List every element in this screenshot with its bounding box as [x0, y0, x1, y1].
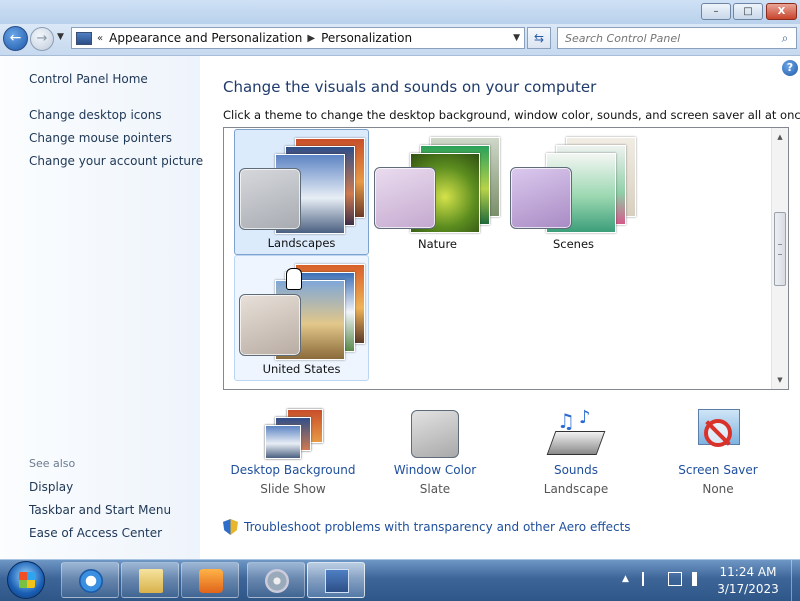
theme-landscapes[interactable]: Landscapes	[234, 129, 369, 255]
nature-color-swatch	[374, 167, 436, 229]
show-hidden-icons-icon[interactable]: ▲	[622, 574, 629, 584]
taskbar-internet-explorer[interactable]	[61, 562, 119, 598]
desktop-background-icon	[263, 409, 323, 459]
window-color-link[interactable]: Window Color	[370, 463, 500, 477]
navigation-bar: ← → ▼ « Appearance and Personalization ▶…	[0, 24, 800, 56]
taskbar-control-panel[interactable]	[307, 562, 365, 598]
recent-pages-dropdown[interactable]: ▼	[57, 32, 64, 42]
window-color-icon	[411, 409, 459, 459]
sounds-link[interactable]: Sounds	[511, 463, 641, 477]
sounds-value: Landscape	[543, 482, 609, 496]
theme-nature[interactable]: Nature	[370, 129, 505, 255]
clock-time[interactable]: 11:24 AM	[704, 565, 792, 579]
window-color-value: Slate	[419, 482, 451, 496]
change-mouse-pointers-link[interactable]: Change mouse pointers	[29, 131, 172, 145]
breadcrumb-appearance[interactable]: Appearance and Personalization	[109, 31, 302, 45]
help-icon[interactable]: ?	[782, 60, 798, 76]
refresh-button[interactable]: ⇆	[527, 27, 551, 49]
scroll-down-arrow-icon[interactable]: ▼	[772, 373, 788, 387]
breadcrumb-separator[interactable]: ▶	[307, 33, 315, 44]
united-states-color-swatch	[239, 294, 301, 356]
landscapes-color-swatch	[239, 168, 301, 230]
breadcrumb-overflow[interactable]: «	[97, 33, 103, 44]
hand-cursor-icon	[286, 268, 302, 290]
page-title: Change the visuals and sounds on your co…	[223, 78, 597, 96]
page-subtitle: Click a theme to change the desktop back…	[223, 108, 800, 122]
screen-saver-icon	[694, 409, 742, 459]
control-panel-home-link[interactable]: Control Panel Home	[29, 72, 148, 86]
troubleshoot-row: Troubleshoot problems with transparency …	[223, 519, 631, 535]
scenes-color-swatch	[510, 167, 572, 229]
desktop-background-value: Slide Show	[260, 482, 326, 496]
network-icon[interactable]	[668, 572, 682, 586]
control-panel-icon	[76, 31, 92, 45]
minimize-button[interactable]: –	[701, 3, 731, 20]
address-dropdown-icon[interactable]: ▼	[513, 33, 520, 43]
breadcrumb-personalization[interactable]: Personalization	[321, 31, 412, 45]
taskbar: ▲ 11:24 AM 3/17/2023	[0, 559, 800, 601]
internet-explorer-icon	[79, 569, 103, 593]
action-center-flag-icon[interactable]	[642, 572, 654, 586]
theme-label: Landscapes	[267, 236, 336, 250]
clock-date[interactable]: 3/17/2023	[704, 582, 792, 596]
screen-saver-link[interactable]: Screen Saver	[653, 463, 783, 477]
screen-saver-setting[interactable]: Screen Saver None	[653, 409, 783, 496]
windows-logo-icon	[19, 572, 35, 588]
display-link[interactable]: Display	[29, 480, 73, 494]
screen-saver-value: None	[702, 482, 734, 496]
show-desktop-button[interactable]	[791, 560, 800, 601]
theme-list-scrollbar[interactable]: ▲ ▼	[771, 128, 788, 389]
title-bar: – □ X	[0, 0, 800, 24]
theme-label: Nature	[418, 237, 457, 251]
see-also-label: See also	[29, 457, 76, 470]
theme-scenes[interactable]: Scenes	[506, 129, 641, 255]
taskbar-media-center[interactable]	[247, 562, 305, 598]
sounds-setting[interactable]: ♫ ♪ Sounds Landscape	[511, 407, 641, 496]
taskbar-file-explorer[interactable]	[121, 562, 179, 598]
close-button[interactable]: X	[766, 3, 797, 20]
change-account-picture-link[interactable]: Change your account picture	[29, 154, 203, 168]
window-color-setting[interactable]: Window Color Slate	[370, 409, 500, 496]
ease-of-access-link[interactable]: Ease of Access Center	[29, 526, 162, 540]
maximize-button[interactable]: □	[733, 3, 763, 20]
theme-list: Landscapes Nature Scenes United States ▲…	[223, 127, 789, 390]
control-panel-taskbar-icon	[325, 569, 349, 593]
taskbar-media-player[interactable]	[181, 562, 239, 598]
folder-icon	[139, 569, 163, 593]
desktop-background-link[interactable]: Desktop Background	[228, 463, 358, 477]
troubleshoot-link[interactable]: Troubleshoot problems with transparency …	[244, 520, 631, 534]
sounds-icon: ♫ ♪	[546, 407, 606, 459]
scroll-up-arrow-icon[interactable]: ▲	[772, 130, 788, 144]
scroll-thumb[interactable]	[774, 212, 786, 286]
address-bar[interactable]: « Appearance and Personalization ▶ Perso…	[71, 27, 525, 49]
search-icon[interactable]: ⌕	[774, 31, 796, 46]
start-button[interactable]	[7, 561, 45, 599]
disc-icon	[265, 569, 289, 593]
sidebar: Control Panel Home Change desktop icons …	[0, 56, 203, 559]
theme-label: Scenes	[552, 237, 595, 251]
search-box[interactable]: ⌕	[557, 27, 797, 49]
desktop-background-setting[interactable]: Desktop Background Slide Show	[228, 409, 358, 496]
media-player-icon	[199, 569, 223, 593]
volume-muted-icon[interactable]	[692, 572, 704, 586]
back-button[interactable]: ←	[3, 26, 28, 51]
forward-button[interactable]: →	[30, 27, 54, 51]
taskbar-start-menu-link[interactable]: Taskbar and Start Menu	[29, 503, 171, 517]
theme-label: United States	[262, 362, 341, 376]
search-input[interactable]	[558, 30, 774, 46]
shield-icon	[223, 519, 238, 535]
change-desktop-icons-link[interactable]: Change desktop icons	[29, 108, 162, 122]
